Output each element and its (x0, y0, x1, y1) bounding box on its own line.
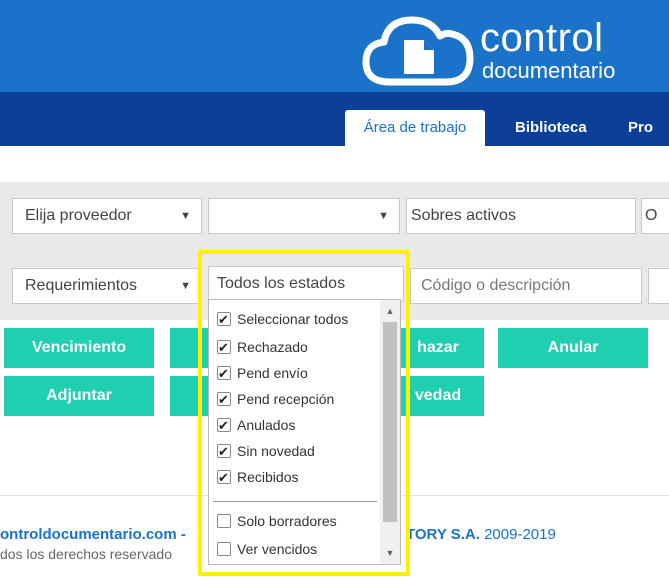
tab-biblioteca[interactable]: Biblioteca (515, 110, 587, 146)
tab-pro[interactable]: Pro (628, 110, 653, 146)
provider-select-value: Elija proveedor (25, 207, 132, 224)
chevron-down-icon: ▼ (378, 210, 389, 222)
footer-site: ontroldocumentario.com - (0, 526, 186, 543)
footer-copyright: TORY S.A. 2009-2019 (406, 526, 556, 543)
chevron-down-icon: ▼ (180, 210, 191, 222)
envelopes-field[interactable]: Sobres activos (406, 198, 636, 234)
clipped-field-row2[interactable] (648, 268, 669, 304)
highlight-frame (198, 250, 410, 576)
footer-company: TORY S.A. (406, 526, 480, 543)
requirements-select-value: Requerimientos (25, 277, 138, 294)
secondary-select[interactable]: ▼ (208, 198, 400, 234)
logo-word-documentario: documentario (482, 58, 616, 83)
provider-select[interactable]: Elija proveedor ▼ (12, 198, 202, 234)
adjuntar-button[interactable]: Adjuntar (4, 376, 154, 416)
vencimiento-button[interactable]: Vencimiento (4, 328, 154, 368)
app-header: control documentario (0, 0, 669, 92)
clipped-field[interactable]: O (641, 198, 669, 234)
clipped-field-value: O (645, 207, 658, 224)
search-input-placeholder: Código o descripción (421, 277, 571, 294)
requirements-select[interactable]: Requerimientos ▼ (12, 268, 202, 304)
envelopes-field-value: Sobres activos (411, 207, 516, 224)
footer-site-link[interactable]: ontroldocumentario.com - (0, 526, 186, 543)
logo-word-control: control (480, 16, 604, 60)
main-nav: Área de trabajo Biblioteca Pro (0, 92, 669, 146)
cloud-document-icon (362, 16, 474, 86)
anular-button[interactable]: Anular (498, 328, 648, 368)
search-input[interactable]: Código o descripción (410, 268, 642, 304)
chevron-down-icon: ▼ (180, 280, 191, 292)
logo[interactable]: control documentario (362, 10, 662, 88)
footer-years: 2009-2019 (484, 526, 556, 543)
footer-rights: dos los derechos reservado (0, 546, 172, 562)
tab-area-de-trabajo[interactable]: Área de trabajo (345, 110, 485, 146)
